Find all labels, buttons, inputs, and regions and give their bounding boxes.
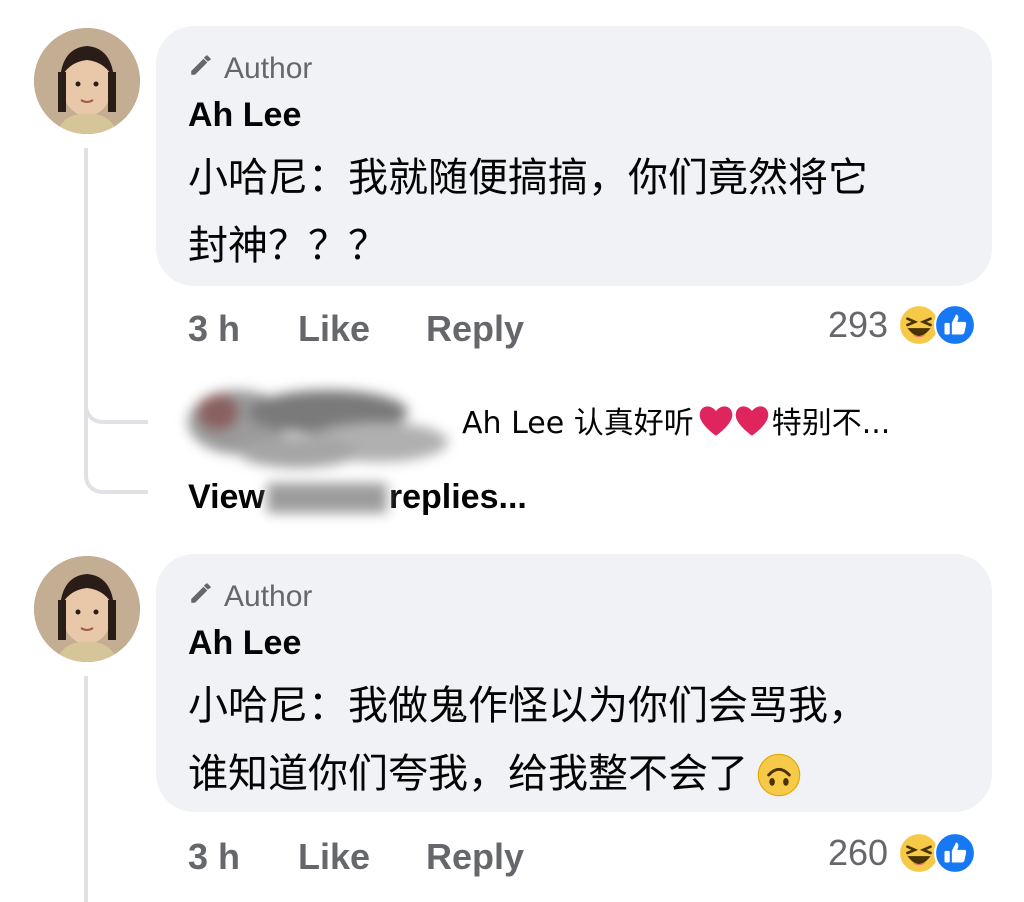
- reaction-summary[interactable]: 260: [828, 832, 977, 874]
- author-badge: Author: [188, 580, 312, 614]
- comment-text-line: 谁知道你们夸我，给我整不会了: [188, 751, 748, 797]
- like-emoji-icon: [934, 832, 977, 874]
- view-more-prefix: View: [188, 478, 265, 516]
- like-button[interactable]: Like: [298, 836, 426, 878]
- comment-text-line: 封神？？？: [188, 223, 388, 269]
- reply-preview-text: Ah Lee 认真好听: [462, 406, 694, 441]
- reaction-summary[interactable]: 293: [828, 304, 977, 346]
- reply-preview[interactable]: Ah Lee 认真好听 特别不...: [462, 398, 890, 442]
- comment-bubble: Author Ah Lee 小哈尼：我做鬼作怪以为你们会骂我， 谁知道你们夸我，…: [156, 554, 992, 812]
- avatar[interactable]: [34, 28, 140, 134]
- view-more-label: replies...: [388, 478, 527, 516]
- upside-down-face-icon: [756, 751, 802, 797]
- heart-icon: [698, 403, 734, 437]
- view-more-replies[interactable]: View replies...: [188, 478, 527, 517]
- commenter-name[interactable]: Ah Lee: [188, 624, 301, 663]
- redacted-text: [266, 482, 387, 513]
- reply-connector: [84, 420, 148, 494]
- pencil-icon: [188, 580, 214, 614]
- reply-button[interactable]: Reply: [426, 836, 524, 878]
- comment-text-line: 小哈尼：我做鬼作怪以为你们会骂我，: [188, 683, 868, 729]
- like-button[interactable]: Like: [298, 308, 426, 350]
- comment-bubble: Author Ah Lee 小哈尼：我就随便搞搞，你们竟然将它 封神？？？: [156, 26, 992, 286]
- avatar[interactable]: [34, 556, 140, 662]
- author-badge: Author: [188, 52, 312, 86]
- comment-actions: 3 h Like Reply: [188, 308, 524, 350]
- heart-icon: [734, 403, 770, 437]
- reaction-count: 293: [828, 304, 889, 345]
- reaction-count: 260: [828, 832, 889, 873]
- comment-actions: 3 h Like Reply: [188, 836, 524, 878]
- reply-preview-text: 特别不...: [771, 406, 891, 441]
- author-label: Author: [224, 52, 313, 85]
- timestamp[interactable]: 3 h: [188, 836, 298, 878]
- comment-text-line: 小哈尼：我就随便搞搞，你们竟然将它: [188, 155, 868, 201]
- author-label: Author: [224, 580, 313, 613]
- like-emoji-icon: [934, 304, 977, 346]
- commenter-name[interactable]: Ah Lee: [188, 96, 301, 135]
- timestamp[interactable]: 3 h: [188, 308, 298, 350]
- thread-line: [84, 148, 88, 428]
- thread-line: [84, 676, 88, 902]
- comment-text-line-wrap: 谁知道你们夸我，给我整不会了: [188, 740, 802, 808]
- redacted-avatar: [178, 372, 458, 482]
- pencil-icon: [188, 52, 214, 86]
- reply-button[interactable]: Reply: [426, 308, 524, 350]
